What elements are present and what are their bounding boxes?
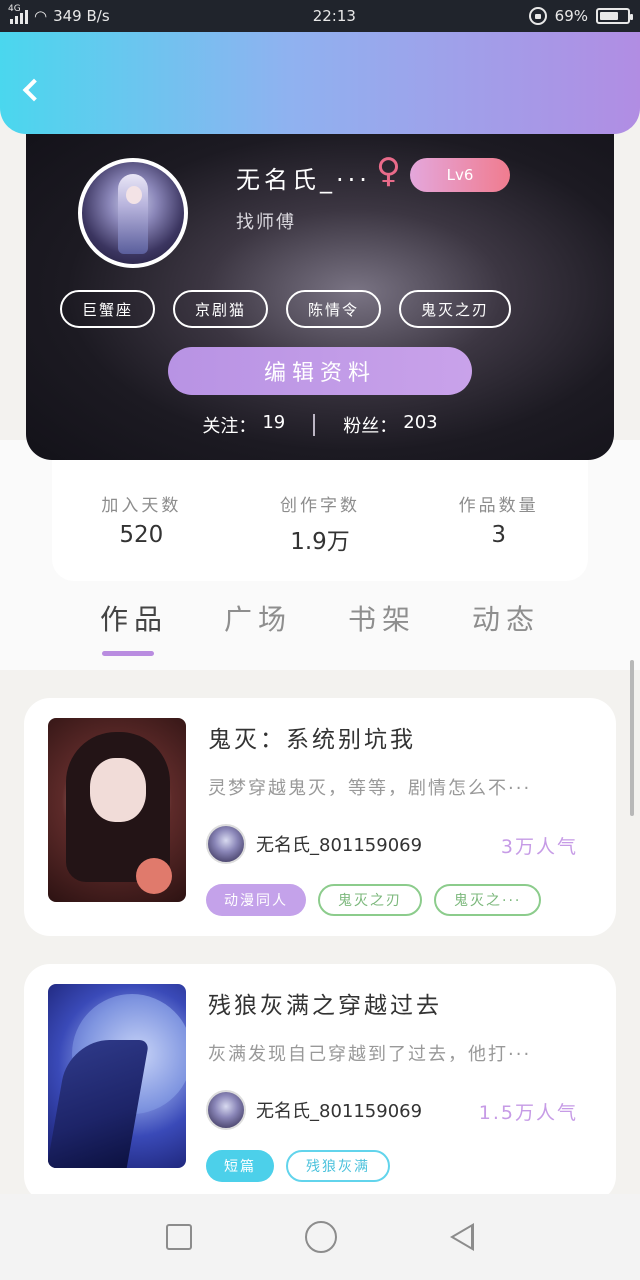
stats-card: 加入天数 520 创作字数 1.9万 作品数量 3 (52, 455, 588, 581)
stat-join-days: 加入天数 520 (52, 455, 231, 581)
follow-stats: 关注： 19 粉丝： 203 (26, 412, 614, 438)
back-triangle-icon[interactable] (449, 1223, 474, 1251)
followers-count: 203 (403, 412, 438, 433)
avatar[interactable] (78, 158, 188, 268)
network-type: 4G (8, 4, 21, 14)
interest-tag[interactable]: 京剧猫 (173, 290, 269, 328)
work-tag[interactable]: 动漫同人 (206, 884, 306, 916)
work-description: 灵梦穿越鬼灭，等等，剧情怎么不··· (208, 778, 532, 799)
username: 无名氏_··· (236, 166, 371, 194)
work-author[interactable]: 无名氏_801159069 (206, 1090, 422, 1130)
interest-tag[interactable]: 鬼灭之刃 (399, 290, 512, 328)
work-card[interactable]: 残狼灰满之穿越过去 灰满发现自己穿越到了过去，他打··· 无名氏_8011590… (24, 964, 616, 1202)
author-avatar (206, 1090, 246, 1130)
back-arrow-icon[interactable] (20, 78, 44, 102)
followers-stat[interactable]: 粉丝： 203 (315, 412, 465, 438)
tab-square[interactable]: 广场 (224, 598, 292, 656)
work-description: 灰满发现自己穿越到了过去，他打··· (208, 1044, 532, 1065)
tab-activity[interactable]: 动态 (472, 598, 540, 656)
work-title[interactable]: 残狼灰满之穿越过去 (208, 986, 442, 1020)
stat-label: 加入天数 (101, 496, 182, 516)
work-author[interactable]: 无名氏_801159069 (206, 824, 422, 864)
recent-apps-icon[interactable] (166, 1224, 193, 1250)
work-title[interactable]: 鬼灭：系统别坑我 (208, 720, 416, 754)
work-card[interactable]: 鬼灭：系统别坑我 灵梦穿越鬼灭，等等，剧情怎么不··· 无名氏_80115906… (24, 698, 616, 936)
wifi-icon: ◠ (34, 7, 48, 25)
level-badge: Lv6 (410, 158, 510, 192)
scrollbar[interactable] (630, 660, 634, 816)
author-avatar (206, 824, 246, 864)
signal-icon: 4G (8, 4, 28, 24)
stat-value: 520 (119, 522, 164, 548)
status-bar: 4G ◠ 349 B/s 22:13 69% (0, 0, 640, 32)
content-tabs: 作品 广场 书架 动态 (100, 598, 540, 656)
work-tags: 短篇 残狼灰满 (206, 1150, 390, 1182)
battery-icon (596, 8, 633, 24)
home-icon[interactable] (304, 1221, 337, 1253)
battery-percent: 69% (554, 7, 588, 25)
work-tag[interactable]: 鬼灭之··· (434, 884, 542, 916)
profile-card: 无名氏_··· ♀ Lv6 找师傅 巨蟹座 京剧猫 陈情令 鬼灭之刃 编辑资料 … (26, 110, 614, 460)
tab-works[interactable]: 作品 (100, 598, 168, 656)
cover-wolf (48, 1040, 150, 1168)
stat-label: 创作字数 (280, 496, 360, 516)
work-tag[interactable]: 短篇 (206, 1150, 274, 1182)
stat-value: 3 (491, 522, 506, 548)
header-bar (0, 32, 640, 134)
popularity: 1.5万人气 (478, 1102, 578, 1124)
network-speed: 349 B/s (53, 7, 110, 25)
system-nav-bar (0, 1194, 640, 1280)
stat-value: 1.9万 (290, 529, 350, 555)
edit-profile-button[interactable]: 编辑资料 (168, 347, 472, 395)
following-count: 19 (262, 412, 286, 433)
work-tag[interactable]: 残狼灰满 (286, 1150, 390, 1182)
work-tags: 动漫同人 鬼灭之刃 鬼灭之··· (206, 884, 542, 916)
stat-label: 作品数量 (458, 496, 539, 516)
interest-tag[interactable]: 陈情令 (286, 290, 382, 328)
bio-text: 找师傅 (236, 212, 296, 233)
following-stat[interactable]: 关注： 19 (174, 412, 313, 438)
tab-bookshelf[interactable]: 书架 (348, 598, 416, 656)
author-name: 无名氏_801159069 (256, 1101, 423, 1122)
followers-label: 粉丝： (343, 416, 398, 437)
clock: 22:13 (312, 7, 356, 25)
author-name: 无名氏_801159069 (256, 835, 423, 856)
work-tag[interactable]: 鬼灭之刃 (318, 884, 422, 916)
stat-word-count: 创作字数 1.9万 (231, 455, 410, 581)
cover-flower (136, 858, 172, 894)
work-cover[interactable] (48, 718, 186, 902)
interest-tag[interactable]: 巨蟹座 (60, 290, 156, 328)
popularity: 3万人气 (500, 836, 578, 858)
work-cover[interactable] (48, 984, 186, 1168)
following-label: 关注： (202, 416, 257, 437)
interest-tags: 巨蟹座 京剧猫 陈情令 鬼灭之刃 (60, 290, 512, 328)
rotation-lock-icon (528, 7, 547, 25)
avatar-face (126, 186, 142, 204)
female-icon: ♀ (376, 151, 401, 191)
cover-face (90, 758, 146, 822)
stat-works-count: 作品数量 3 (409, 455, 588, 581)
